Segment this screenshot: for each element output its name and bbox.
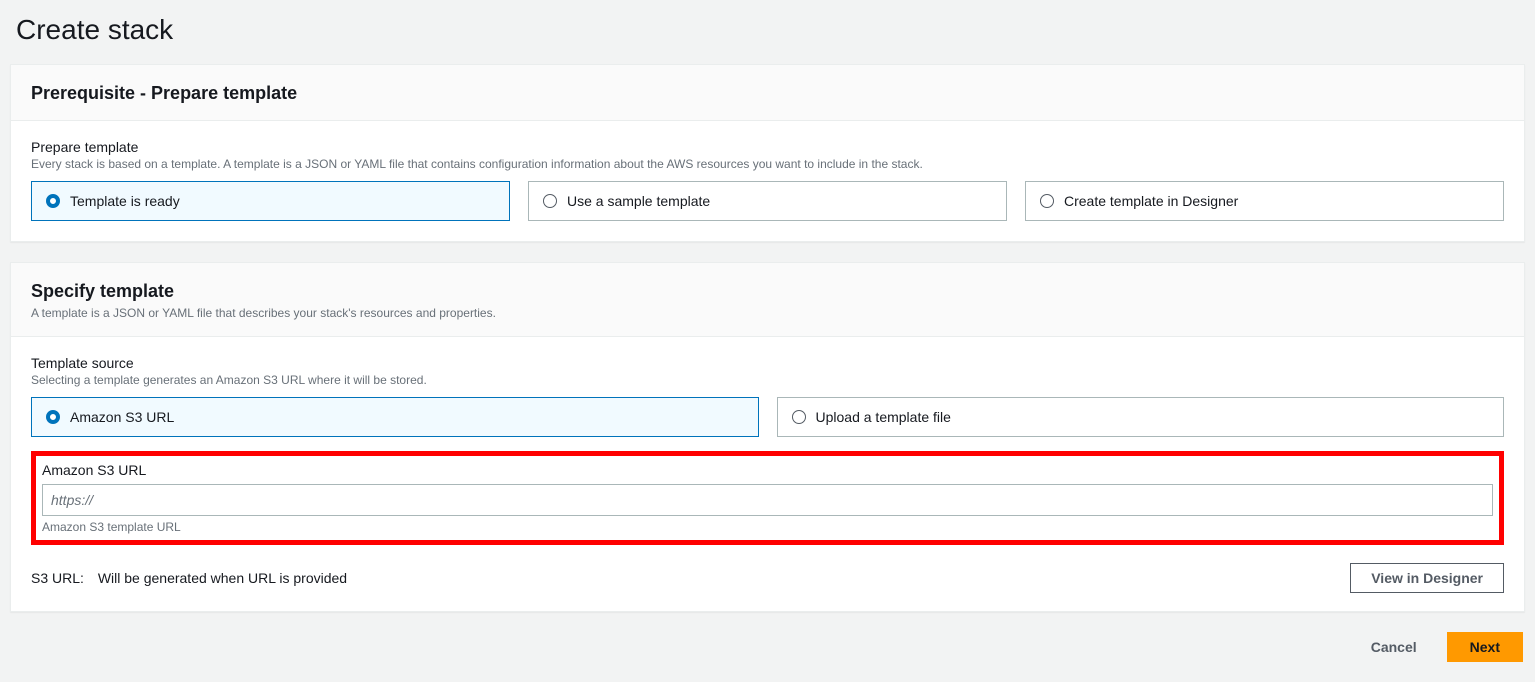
template-source-options: Amazon S3 URL Upload a template file bbox=[31, 397, 1504, 437]
radio-icon bbox=[46, 194, 60, 208]
radio-icon bbox=[792, 410, 806, 424]
radio-icon bbox=[46, 410, 60, 424]
option-upload-template-file[interactable]: Upload a template file bbox=[777, 397, 1505, 437]
option-label: Template is ready bbox=[70, 193, 180, 209]
option-label: Amazon S3 URL bbox=[70, 409, 174, 425]
view-in-designer-button[interactable]: View in Designer bbox=[1350, 563, 1504, 593]
option-label: Use a sample template bbox=[567, 193, 710, 209]
s3-url-status: S3 URL: Will be generated when URL is pr… bbox=[31, 570, 347, 586]
wizard-actions: Cancel Next bbox=[10, 632, 1525, 662]
prerequisite-panel: Prerequisite - Prepare template Prepare … bbox=[10, 64, 1525, 242]
s3-url-field-label: Amazon S3 URL bbox=[42, 462, 1493, 478]
prerequisite-header: Prerequisite - Prepare template bbox=[11, 65, 1524, 121]
option-template-ready[interactable]: Template is ready bbox=[31, 181, 510, 221]
s3-url-highlight: Amazon S3 URL Amazon S3 template URL bbox=[31, 451, 1504, 545]
next-button[interactable]: Next bbox=[1447, 632, 1523, 662]
option-label: Upload a template file bbox=[816, 409, 951, 425]
prepare-template-options: Template is ready Use a sample template … bbox=[31, 181, 1504, 221]
s3-url-status-label: S3 URL: bbox=[31, 570, 84, 586]
option-amazon-s3-url[interactable]: Amazon S3 URL bbox=[31, 397, 759, 437]
specify-template-panel: Specify template A template is a JSON or… bbox=[10, 262, 1525, 612]
specify-template-header: Specify template A template is a JSON or… bbox=[11, 263, 1524, 337]
template-source-label: Template source bbox=[31, 355, 1504, 371]
specify-template-heading: Specify template bbox=[31, 281, 1504, 302]
cancel-button[interactable]: Cancel bbox=[1351, 632, 1437, 662]
prepare-template-label: Prepare template bbox=[31, 139, 1504, 155]
s3-url-helper: Amazon S3 template URL bbox=[42, 520, 1493, 534]
s3-url-status-value: Will be generated when URL is provided bbox=[98, 570, 347, 586]
specify-footer: S3 URL: Will be generated when URL is pr… bbox=[11, 545, 1524, 611]
prerequisite-heading: Prerequisite - Prepare template bbox=[31, 83, 1504, 104]
template-source-desc: Selecting a template generates an Amazon… bbox=[31, 373, 1504, 387]
specify-template-subtitle: A template is a JSON or YAML file that d… bbox=[31, 306, 1504, 320]
radio-icon bbox=[1040, 194, 1054, 208]
prepare-template-desc: Every stack is based on a template. A te… bbox=[31, 157, 1504, 171]
radio-icon bbox=[543, 194, 557, 208]
s3-url-input[interactable] bbox=[42, 484, 1493, 516]
option-create-in-designer[interactable]: Create template in Designer bbox=[1025, 181, 1504, 221]
option-use-sample-template[interactable]: Use a sample template bbox=[528, 181, 1007, 221]
option-label: Create template in Designer bbox=[1064, 193, 1238, 209]
page-title: Create stack bbox=[16, 14, 1525, 46]
